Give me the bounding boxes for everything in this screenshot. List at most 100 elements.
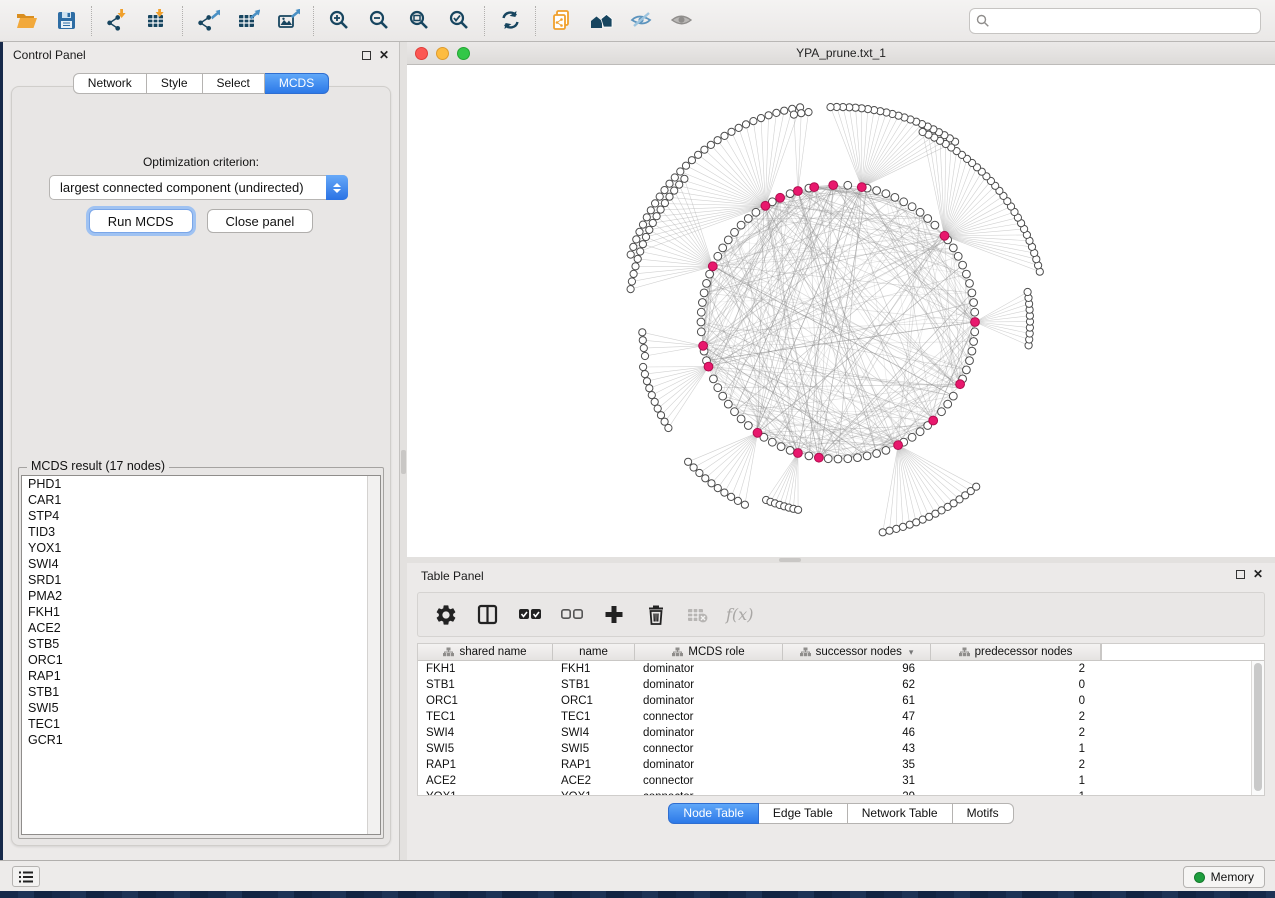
- save-session-button[interactable]: [46, 4, 86, 38]
- zoom-out-icon: [368, 9, 391, 32]
- column-layout-button[interactable]: [474, 602, 500, 628]
- mcds-result-item[interactable]: FKH1: [22, 604, 380, 620]
- import-network-icon: [106, 9, 129, 32]
- list-icon: [18, 870, 34, 884]
- deselect-all-rows-icon: [560, 603, 583, 626]
- table-cell: dominator: [635, 677, 783, 693]
- mcds-result-item[interactable]: SRD1: [22, 572, 380, 588]
- column-namespace-icon: [672, 647, 683, 657]
- mcds-result-item[interactable]: STB5: [22, 636, 380, 652]
- tab-network-table[interactable]: Network Table: [848, 803, 953, 824]
- first-neighbors-button[interactable]: [581, 4, 621, 38]
- mcds-result-item[interactable]: YOX1: [22, 540, 380, 556]
- mcds-result-item[interactable]: CAR1: [22, 492, 380, 508]
- dropdown-value: largest connected component (undirected): [60, 180, 304, 195]
- column-header-name[interactable]: name: [553, 644, 635, 660]
- table-row[interactable]: TEC1TEC1connector472: [418, 709, 1264, 725]
- column-header-MCDS-role[interactable]: MCDS role: [635, 644, 783, 660]
- tab-style[interactable]: Style: [147, 73, 203, 94]
- open-file-button[interactable]: [6, 4, 46, 38]
- run-mcds-button[interactable]: Run MCDS: [89, 209, 193, 233]
- import-network-button[interactable]: [97, 4, 137, 38]
- table-scrollbar[interactable]: [1251, 661, 1264, 795]
- export-table-button[interactable]: [228, 4, 268, 38]
- show-all-button[interactable]: [661, 4, 701, 38]
- column-header-predecessor-nodes[interactable]: predecessor nodes: [931, 644, 1101, 660]
- tab-edge-table[interactable]: Edge Table: [759, 803, 848, 824]
- clone-network-button[interactable]: [541, 4, 581, 38]
- mcds-result-item[interactable]: SWI4: [22, 556, 380, 572]
- search-field-wrap: [969, 8, 1261, 34]
- float-window-icon[interactable]: [362, 51, 371, 60]
- tab-select[interactable]: Select: [203, 73, 265, 94]
- zoom-out-button[interactable]: [359, 4, 399, 38]
- memory-button[interactable]: Memory: [1183, 866, 1265, 888]
- close-panel-button[interactable]: Close panel: [207, 209, 314, 233]
- mcds-result-item[interactable]: PHD1: [22, 476, 380, 492]
- select-all-rows-button[interactable]: [516, 602, 542, 628]
- mcds-result-item[interactable]: ACE2: [22, 620, 380, 636]
- delete-table-button[interactable]: [684, 602, 710, 628]
- table-cell: STB1: [553, 677, 635, 693]
- mcds-result-item[interactable]: STB1: [22, 684, 380, 700]
- mcds-result-item[interactable]: PMA2: [22, 588, 380, 604]
- import-table-button[interactable]: [137, 4, 177, 38]
- hide-selected-button[interactable]: [621, 4, 661, 38]
- table-row[interactable]: YOX1YOX1connector291: [418, 789, 1264, 796]
- table-cell: 47: [783, 709, 931, 725]
- add-column-button[interactable]: [600, 602, 626, 628]
- mcds-result-list[interactable]: PHD1CAR1STP4TID3YOX1SWI4SRD1PMA2FKH1ACE2…: [21, 475, 381, 835]
- delete-table-icon: [686, 603, 709, 626]
- zoom-fit-button[interactable]: [399, 4, 439, 38]
- mcds-result-item[interactable]: SWI5: [22, 700, 380, 716]
- task-history-button[interactable]: [12, 866, 40, 887]
- application-window: Control Panel ✕ Network Style Select MCD…: [0, 0, 1275, 898]
- deselect-all-rows-button[interactable]: [558, 602, 584, 628]
- mcds-result-item[interactable]: RAP1: [22, 668, 380, 684]
- table-row[interactable]: ORC1ORC1dominator610: [418, 693, 1264, 709]
- table-row[interactable]: RAP1RAP1dominator352: [418, 757, 1264, 773]
- float-table-panel-icon[interactable]: [1236, 570, 1245, 579]
- table-cell: connector: [635, 789, 783, 796]
- export-network-button[interactable]: [188, 4, 228, 38]
- table-row[interactable]: STB1STB1dominator620: [418, 677, 1264, 693]
- zoom-selected-button[interactable]: [439, 4, 479, 38]
- table-row[interactable]: SWI5SWI5connector431: [418, 741, 1264, 757]
- network-view-canvas[interactable]: [407, 65, 1275, 557]
- function-builder-button[interactable]: f(x): [726, 602, 753, 628]
- table-cell: SWI4: [553, 725, 635, 741]
- table-row[interactable]: ACE2ACE2connector311: [418, 773, 1264, 789]
- memory-label: Memory: [1211, 870, 1254, 884]
- mcds-list-scrollbar[interactable]: [367, 476, 380, 834]
- table-settings-button[interactable]: [432, 602, 458, 628]
- table-row[interactable]: SWI4SWI4dominator462: [418, 725, 1264, 741]
- close-table-panel-icon[interactable]: ✕: [1253, 570, 1263, 579]
- column-header-successor-nodes[interactable]: successor nodes▾: [783, 644, 931, 660]
- refresh-icon: [499, 9, 522, 32]
- mcds-result-groupbox: MCDS result (17 nodes) PHD1CAR1STP4TID3Y…: [18, 467, 384, 839]
- tab-node-table[interactable]: Node Table: [668, 803, 759, 824]
- export-image-button[interactable]: [268, 4, 308, 38]
- network-window-titlebar[interactable]: YPA_prune.txt_1: [407, 42, 1275, 65]
- optimization-criterion-dropdown[interactable]: largest connected component (undirected): [49, 175, 348, 200]
- mcds-result-item[interactable]: TID3: [22, 524, 380, 540]
- table-panel-title: Table Panel: [421, 569, 484, 583]
- column-header-shared-name[interactable]: shared name: [418, 644, 553, 660]
- mcds-tab-content: Optimization criterion: largest connecte…: [11, 86, 391, 846]
- table-row[interactable]: FKH1FKH1dominator962: [418, 661, 1264, 677]
- mcds-result-item[interactable]: STP4: [22, 508, 380, 524]
- tab-mcds[interactable]: MCDS: [265, 73, 329, 94]
- control-panel-tabs: Network Style Select MCDS: [3, 73, 399, 94]
- tab-network[interactable]: Network: [73, 73, 147, 94]
- mcds-result-item[interactable]: TEC1: [22, 716, 380, 732]
- tab-motifs[interactable]: Motifs: [953, 803, 1014, 824]
- table-cell: STB1: [418, 677, 553, 693]
- zoom-in-button[interactable]: [319, 4, 359, 38]
- refresh-button[interactable]: [490, 4, 530, 38]
- search-input[interactable]: [969, 8, 1261, 34]
- close-panel-icon[interactable]: ✕: [379, 51, 389, 60]
- vertical-splitter[interactable]: [400, 42, 407, 860]
- mcds-result-item[interactable]: GCR1: [22, 732, 380, 748]
- mcds-result-item[interactable]: ORC1: [22, 652, 380, 668]
- delete-column-button[interactable]: [642, 602, 668, 628]
